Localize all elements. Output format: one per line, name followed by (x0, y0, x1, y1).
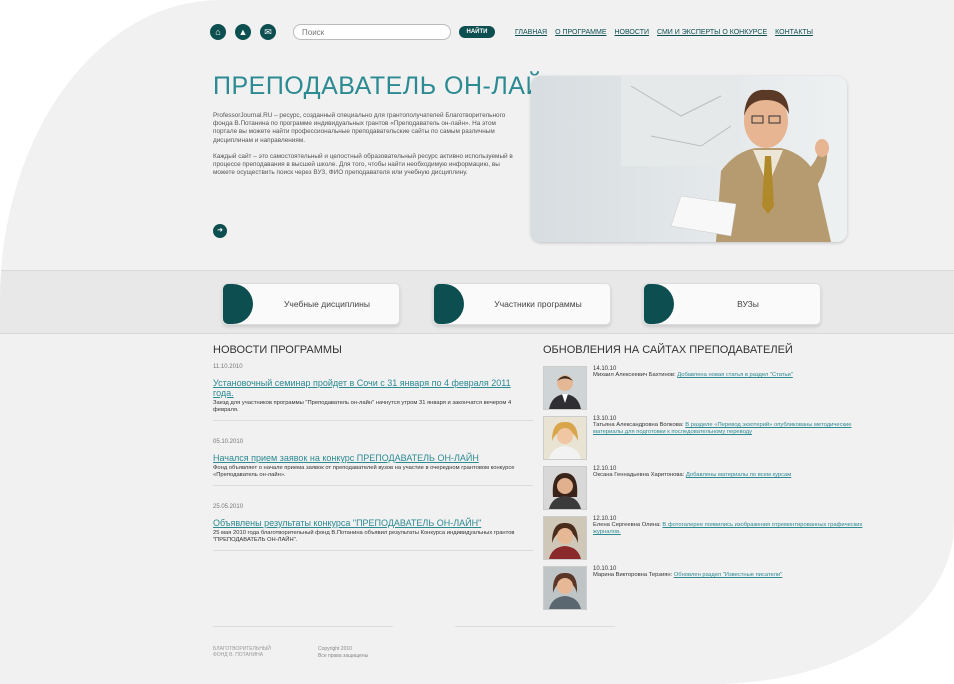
intro-paragraph-2: Каждый сайт – это самостоятельный и цело… (213, 152, 513, 177)
lecturer-photo (531, 76, 847, 242)
avatar[interactable] (543, 566, 587, 610)
news-heading: НОВОСТИ ПРОГРАММЫ (213, 344, 342, 356)
teacher-name: Татьяна Александровна Волкова: (593, 422, 684, 428)
teacher-name: Елена Сергеевна Олина: (593, 522, 661, 528)
update-item: 14.10.10 Михаил Алексеевич Бахтинов: Доб… (543, 366, 873, 416)
update-text: Оксана Геннадьевна Харитонова: Добавлены… (593, 472, 791, 479)
tab-marker (223, 284, 253, 324)
more-arrow-button[interactable]: ➜ (213, 224, 227, 238)
tab-participants[interactable]: Участники программы (433, 283, 611, 325)
news-text: 25 мая 2010 года благотворительный фонд … (213, 530, 515, 543)
update-text: Марина Викторовна Терзиян: Обновлен разд… (593, 572, 782, 579)
tab-disciplines[interactable]: Учебные дисциплины (222, 283, 400, 325)
update-text: Татьяна Александровна Волкова: В разделе… (593, 422, 873, 436)
avatar[interactable] (543, 466, 587, 510)
tab-marker (644, 284, 674, 324)
tab-label: Участники программы (494, 299, 582, 309)
mail-icon[interactable]: ✉ (260, 24, 276, 40)
copyright-text: Copyright 2010 (318, 646, 352, 652)
top-bar: ⌂ ▲ ✉ НАЙТИ ГЛАВНАЯ О ПРОГРАММЕ НОВОСТИ … (210, 22, 890, 42)
rights-text: Все права защищены (318, 653, 369, 659)
avatar[interactable] (543, 416, 587, 460)
news-title-link[interactable]: Установочный семинар пройдет в Сочи с 31… (213, 378, 533, 398)
foundation-logo-text: БЛАГОТВОРИТЕЛЬНЫЙ ФОНД В. ПОТАНИНА (213, 646, 271, 658)
news-title-link[interactable]: Объявлены результаты конкурса "ПРЕПОДАВА… (213, 518, 533, 528)
foundation-logo[interactable]: БЛАГОТВОРИТЕЛЬНЫЙ ФОНД В. ПОТАНИНА (213, 646, 283, 658)
teacher-name: Марина Викторовна Терзиян: (593, 572, 673, 578)
update-text: Михаил Алексеевич Бахтинов: Добавлена но… (593, 372, 793, 379)
hero-photo (531, 76, 847, 242)
update-link[interactable]: Добавлены материалы по всем курсам (686, 472, 791, 478)
updates-list: 14.10.10 Михаил Алексеевич Бахтинов: Доб… (543, 366, 873, 616)
intro-paragraph-1: ProfessorJournal.RU – ресурс, созданный … (213, 112, 506, 144)
news-item: 25.05.2010 Объявлены результаты конкурса… (213, 504, 533, 551)
news-item: 05.10.2010 Начался прием заявок на конку… (213, 439, 533, 486)
page-card: ⌂ ▲ ✉ НАЙТИ ГЛАВНАЯ О ПРОГРАММЕ НОВОСТИ … (0, 0, 954, 684)
news-date: 05.10.2010 (213, 439, 244, 445)
avatar[interactable] (543, 366, 587, 410)
tab-label: ВУЗы (737, 299, 759, 309)
search-button[interactable]: НАЙТИ (459, 26, 495, 38)
news-date: 11.10.2010 (213, 364, 243, 370)
nav-news[interactable]: НОВОСТИ (614, 29, 649, 36)
update-item: 13.10.10 Татьяна Александровна Волкова: … (543, 416, 873, 466)
news-text: Заезд для участников программы "Преподав… (213, 400, 512, 413)
home-icon[interactable]: ⌂ (210, 24, 226, 40)
nav-home[interactable]: ГЛАВНАЯ (515, 29, 547, 36)
update-item: 10.10.10 Марина Викторовна Терзиян: Обно… (543, 566, 873, 616)
footer-divider (213, 626, 393, 627)
tab-label: Учебные дисциплины (284, 299, 370, 309)
intro-text: ProfessorJournal.RU – ресурс, созданный … (213, 112, 513, 185)
tab-universities[interactable]: ВУЗы (643, 283, 821, 325)
news-text: Фонд объявляет о начале приема заявок от… (213, 465, 515, 478)
nav-about[interactable]: О ПРОГРАММЕ (555, 29, 606, 36)
footer-copyright: Copyright 2010 Все права защищены (318, 646, 368, 660)
update-link[interactable]: Добавлена новая статья в раздел "Статьи" (677, 372, 793, 378)
update-text: Елена Сергеевна Олина: В фотогалерее поя… (593, 522, 873, 536)
news-title-link[interactable]: Начался прием заявок на конкурс ПРЕПОДАВ… (213, 453, 533, 463)
search-input[interactable] (293, 24, 451, 40)
footer-divider (455, 626, 615, 627)
updates-heading: ОБНОВЛЕНИЯ НА САЙТАХ ПРЕПОДАВАТЕЛЕЙ (543, 344, 793, 356)
nav-contacts[interactable]: КОНТАКТЫ (775, 29, 813, 36)
avatar[interactable] (543, 516, 587, 560)
news-item: 11.10.2010 Установочный семинар пройдет … (213, 364, 533, 421)
update-link[interactable]: Обновлен раздел "Известные писатели" (674, 572, 783, 578)
nav-media[interactable]: СМИ И ЭКСПЕРТЫ О КОНКУРСЕ (657, 29, 767, 36)
teacher-name: Михаил Алексеевич Бахтинов: (593, 372, 676, 378)
sitemap-icon[interactable]: ▲ (235, 24, 251, 40)
news-list: 11.10.2010 Установочный семинар пройдет … (213, 364, 533, 569)
tab-marker (434, 284, 464, 324)
page-title: ПРЕПОДАВАТЕЛЬ ОН-ЛАЙН (213, 72, 563, 100)
teacher-name: Оксана Геннадьевна Харитонова: (593, 472, 685, 478)
news-date: 25.05.2010 (213, 504, 244, 510)
update-item: 12.10.10 Елена Сергеевна Олина: В фотога… (543, 516, 873, 566)
update-item: 12.10.10 Оксана Геннадьевна Харитонова: … (543, 466, 873, 516)
top-nav: ГЛАВНАЯ О ПРОГРАММЕ НОВОСТИ СМИ И ЭКСПЕР… (515, 29, 813, 36)
